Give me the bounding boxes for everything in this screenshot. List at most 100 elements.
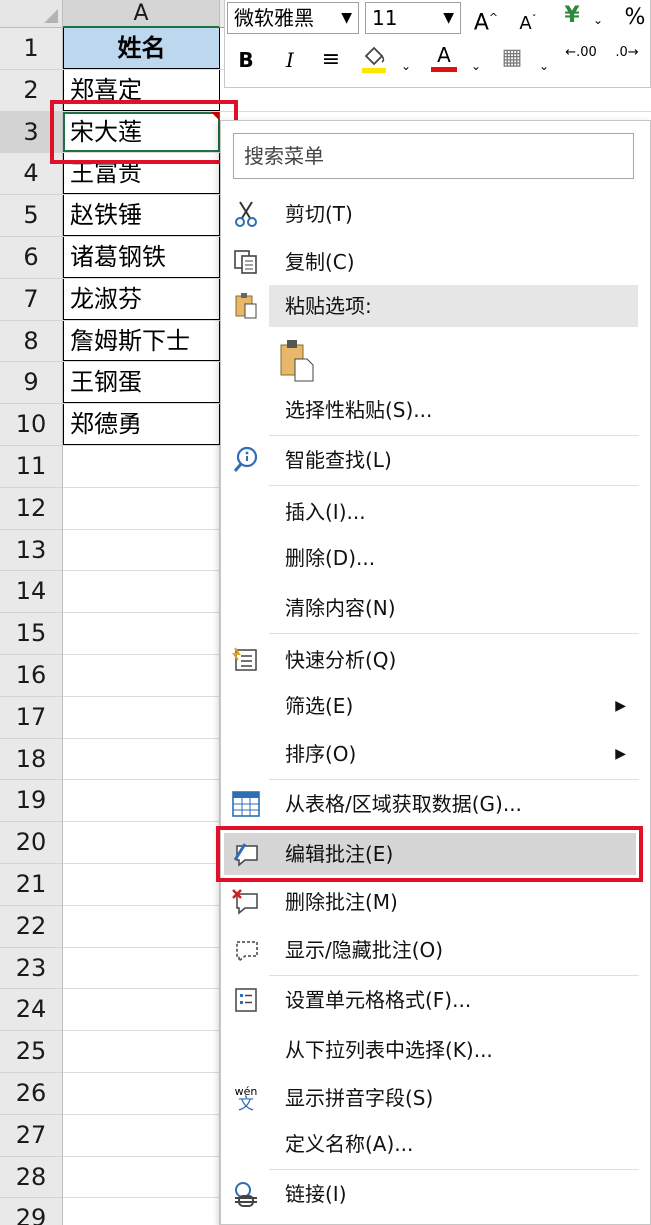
cell-name[interactable]: 王富贵 — [63, 153, 220, 195]
menu-item-format-cells[interactable]: 设置单元格格式(F)... — [221, 979, 650, 1021]
cell-empty[interactable] — [63, 654, 220, 696]
row-header[interactable]: 13 — [0, 529, 63, 572]
chevron-down-icon[interactable]: ⌄ — [591, 6, 605, 34]
menu-item-copy[interactable]: 复制(C) — [221, 241, 650, 283]
borders-icon[interactable]: ▦ — [497, 44, 527, 72]
chevron-down-icon[interactable]: ⌄ — [469, 52, 483, 80]
cell-empty[interactable] — [63, 1031, 220, 1072]
menu-item-insert[interactable]: 插入(I)... — [221, 491, 650, 533]
cell-name[interactable]: 王钢蛋 — [63, 362, 220, 404]
row-header[interactable]: 24 — [0, 989, 63, 1032]
cell-name[interactable]: 赵铁锤 — [63, 195, 220, 236]
cell-empty[interactable] — [63, 1198, 220, 1225]
cell-empty[interactable] — [63, 1156, 220, 1198]
cell-a1-header[interactable]: 姓名 — [63, 28, 220, 69]
row-header[interactable]: 25 — [0, 1031, 63, 1073]
menu-item-smart-lookup[interactable]: 智能查找(L) — [221, 439, 650, 481]
row-header[interactable]: 5 — [0, 195, 63, 237]
row-header[interactable]: 22 — [0, 905, 63, 948]
menu-search-input[interactable]: 搜索菜单 — [233, 133, 634, 179]
row-header[interactable]: 11 — [0, 445, 63, 488]
cell-empty[interactable] — [63, 487, 220, 529]
menu-item-phonetic-field[interactable]: wén 文 显示拼音字段(S) — [221, 1077, 650, 1119]
column-header-a[interactable]: A — [63, 0, 220, 28]
cell-empty[interactable] — [63, 780, 220, 822]
menu-item-filter[interactable]: 筛选(E) ▶ — [221, 685, 650, 727]
increase-font-size-icon[interactable]: A^ — [473, 4, 499, 37]
cell-name[interactable]: 詹姆斯下士 — [63, 320, 220, 362]
menu-item-pick-from-list[interactable]: 从下拉列表中选择(K)... — [221, 1029, 650, 1071]
font-color-icon[interactable]: A — [429, 44, 459, 72]
row-header[interactable]: 28 — [0, 1156, 63, 1199]
row-header[interactable]: 10 — [0, 404, 63, 446]
menu-item-define-name[interactable]: 定义名称(A)... — [221, 1123, 650, 1165]
menu-item-delete-comment[interactable]: 删除批注(M) — [221, 881, 650, 923]
chevron-down-icon[interactable]: ⌄ — [537, 52, 551, 80]
row-header[interactable]: 14 — [0, 571, 63, 614]
chevron-down-icon[interactable]: ⌄ — [399, 52, 413, 80]
cell-empty[interactable] — [63, 738, 220, 780]
cell-empty[interactable] — [63, 863, 220, 905]
delete-comment-icon — [229, 885, 263, 919]
increase-decimal-icon[interactable]: ←.00 — [563, 46, 599, 60]
font-size-dropdown[interactable]: 11 ▼ — [365, 2, 461, 34]
menu-item-sort[interactable]: 排序(O) ▶ — [221, 733, 650, 775]
row-header[interactable]: 27 — [0, 1114, 63, 1157]
menu-item-cut[interactable]: 剪切(T) — [221, 193, 650, 235]
row-header[interactable]: 16 — [0, 654, 63, 697]
cell-empty[interactable] — [63, 822, 220, 863]
italic-icon[interactable]: I — [279, 46, 301, 74]
row-header[interactable]: 7 — [0, 278, 63, 321]
cell-empty[interactable] — [63, 571, 220, 613]
menu-item-link[interactable]: 链接(I) — [221, 1173, 650, 1215]
cell-name[interactable]: 郑喜定 — [63, 69, 220, 111]
row-header[interactable]: 19 — [0, 780, 63, 823]
font-name-dropdown[interactable]: 微软雅黑 ▼ — [227, 2, 359, 34]
cell-name[interactable]: 郑德勇 — [63, 404, 220, 445]
row-header[interactable]: 26 — [0, 1072, 63, 1115]
row-header-selected[interactable]: 3 — [0, 111, 63, 154]
menu-item-get-data[interactable]: 从表格/区域获取数据(G)... — [221, 783, 650, 825]
row-header[interactable]: 1 — [0, 28, 63, 70]
number-format-icon[interactable]: ¥ — [555, 2, 589, 30]
row-header[interactable]: 17 — [0, 696, 63, 739]
row-header[interactable]: 23 — [0, 947, 63, 990]
menu-item-paste-special[interactable]: 选择性粘贴(S)... — [221, 389, 650, 431]
cell-name[interactable]: 龙淑芬 — [63, 278, 220, 320]
row-header[interactable]: 2 — [0, 69, 63, 112]
cell-empty[interactable] — [63, 613, 220, 654]
menu-item-clear-contents[interactable]: 清除内容(N) — [221, 587, 650, 629]
row-header[interactable]: 12 — [0, 487, 63, 530]
cell-empty[interactable] — [63, 947, 220, 989]
align-center-icon[interactable]: ≡ — [317, 46, 345, 74]
cell-empty[interactable] — [63, 445, 220, 487]
cell-empty[interactable] — [63, 989, 220, 1031]
row-header[interactable]: 4 — [0, 153, 63, 196]
menu-item-show-hide-comment[interactable]: 显示/隐藏批注(O) — [221, 929, 650, 971]
menu-item-edit-comment[interactable]: 编辑批注(E) — [224, 833, 636, 875]
row-header[interactable]: 21 — [0, 863, 63, 906]
paste-button[interactable] — [221, 337, 650, 385]
cell-empty[interactable] — [63, 696, 220, 738]
percent-style-icon[interactable]: % — [621, 4, 649, 32]
decrease-decimal-icon[interactable]: .0→ — [609, 46, 645, 60]
row-header[interactable]: 29 — [0, 1198, 63, 1225]
menu-item-quick-analysis[interactable]: 快速分析(Q) — [221, 639, 650, 681]
select-all-corner[interactable] — [0, 0, 63, 28]
cell-empty[interactable] — [63, 905, 220, 947]
cell-name-selected[interactable]: 宋大莲 — [63, 111, 220, 153]
cell-name[interactable]: 诸葛钢铁 — [63, 236, 220, 278]
row-header[interactable]: 18 — [0, 738, 63, 781]
decrease-font-size-icon[interactable]: Aˇ — [515, 6, 541, 38]
bold-icon[interactable]: B — [235, 46, 257, 74]
fill-color-icon[interactable] — [359, 44, 389, 82]
menu-item-delete[interactable]: 删除(D)... — [221, 537, 650, 579]
row-header[interactable]: 20 — [0, 822, 63, 864]
row-header[interactable]: 15 — [0, 613, 63, 655]
row-header[interactable]: 8 — [0, 320, 63, 363]
row-header[interactable]: 6 — [0, 236, 63, 279]
cell-empty[interactable] — [63, 529, 220, 571]
cell-empty[interactable] — [63, 1072, 220, 1114]
cell-empty[interactable] — [63, 1114, 220, 1156]
row-header[interactable]: 9 — [0, 362, 63, 405]
